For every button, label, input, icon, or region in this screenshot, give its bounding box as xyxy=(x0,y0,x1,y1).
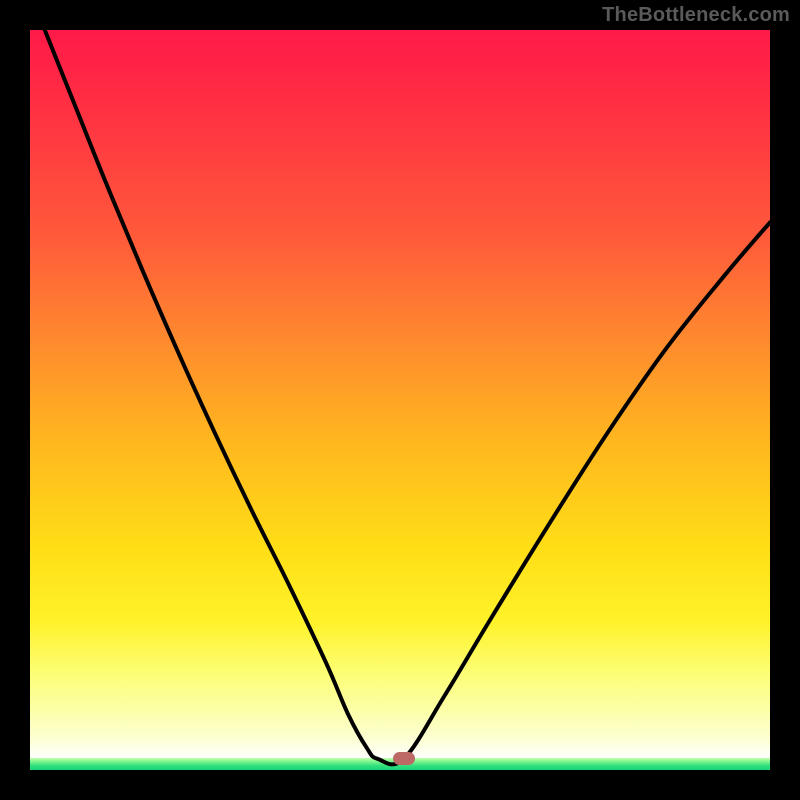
optimal-point-marker xyxy=(393,752,415,765)
bottleneck-curve xyxy=(45,30,770,764)
plot-area xyxy=(30,30,770,770)
watermark-text: TheBottleneck.com xyxy=(602,4,790,27)
curve-layer xyxy=(30,30,770,770)
chart-frame: TheBottleneck.com xyxy=(0,0,800,800)
